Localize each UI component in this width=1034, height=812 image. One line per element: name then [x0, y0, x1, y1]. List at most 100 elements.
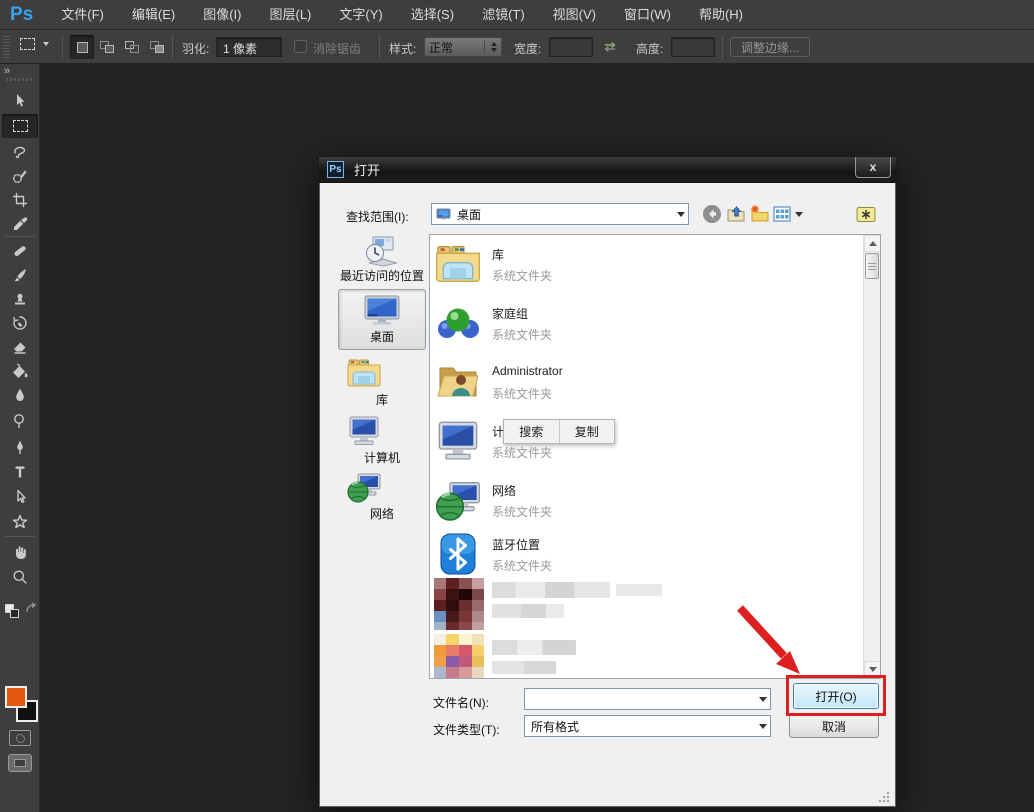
tool-brush[interactable]	[2, 264, 38, 286]
style-select[interactable]: 正常	[424, 37, 502, 57]
tool-preset-picker[interactable]	[20, 38, 49, 50]
dialog-title-bar[interactable]: Ps 打开	[319, 157, 896, 183]
tool-clone-stamp[interactable]	[2, 288, 38, 310]
cancel-button[interactable]: 取消	[789, 714, 879, 738]
tool-eraser[interactable]	[2, 336, 38, 358]
lasso-icon	[12, 144, 28, 160]
tool-move[interactable]	[2, 90, 38, 112]
photoshop-logo: Ps	[10, 4, 33, 26]
sidebar-item-computer[interactable]: 计算机	[327, 449, 437, 466]
user-folder-icon	[434, 358, 482, 406]
scroll-up-button[interactable]	[864, 235, 881, 252]
menu-bar: Ps 文件(F) 编辑(E) 图像(I) 图层(L) 文字(Y) 选择(S) 滤…	[0, 0, 1034, 30]
image-preview-toggle[interactable]	[855, 203, 877, 225]
selection-mode-new-button[interactable]	[70, 35, 94, 59]
menu-filter[interactable]: 滤镜(T)	[468, 0, 539, 30]
file-name-input[interactable]	[524, 688, 771, 710]
file-name[interactable]: 家庭组	[492, 305, 528, 322]
move-icon	[12, 93, 28, 109]
menu-view[interactable]: 视图(V)	[539, 0, 610, 30]
desktop-mini-icon	[436, 208, 452, 221]
tool-custom-shape[interactable]	[2, 511, 38, 533]
width-input[interactable]	[549, 37, 593, 57]
file-type-select[interactable]: 所有格式	[524, 715, 771, 737]
custom-shape-icon	[12, 514, 28, 530]
options-bar: 羽化: 1 像素 消除锯齿 样式: 正常 宽度: 高度: 调整边缘...	[0, 30, 1034, 64]
open-button[interactable]: 打开(O)	[793, 683, 879, 709]
tool-dodge[interactable]	[2, 410, 38, 432]
tool-eyedropper[interactable]	[2, 213, 38, 235]
up-one-level-button[interactable]	[725, 203, 747, 225]
panel-grip[interactable]	[6, 78, 34, 81]
height-input[interactable]	[671, 37, 715, 57]
screen-mode-button[interactable]	[8, 754, 32, 772]
resize-grip[interactable]	[878, 791, 890, 803]
tool-crop[interactable]	[2, 189, 38, 211]
menu-file[interactable]: 文件(F)	[47, 0, 118, 30]
look-in-label: 查找范围(I):	[346, 208, 409, 225]
sidebar-item-network[interactable]: 网络	[327, 505, 437, 522]
foreground-color-swatch[interactable]	[5, 686, 27, 708]
tool-quick-selection[interactable]	[2, 165, 38, 187]
tool-zoom[interactable]	[2, 566, 38, 588]
antialias-checkbox[interactable]	[294, 40, 307, 53]
redacted-thumbnail[interactable]	[434, 578, 484, 630]
tool-type[interactable]	[2, 461, 38, 483]
sidebar-item-libraries[interactable]: 库	[327, 391, 437, 408]
menu-window[interactable]: 窗口(W)	[610, 0, 685, 30]
menu-select[interactable]: 选择(S)	[397, 0, 468, 30]
redacted-file-type	[492, 661, 556, 674]
file-type: 系统文件夹	[492, 557, 552, 574]
back-icon	[702, 204, 722, 224]
tools-panel: »	[0, 64, 40, 812]
recent-places-icon	[361, 233, 401, 267]
new-folder-button[interactable]	[749, 203, 771, 225]
feather-input[interactable]: 1 像素	[216, 37, 282, 57]
selection-mode-intersect-button[interactable]	[145, 35, 169, 59]
tool-history-brush[interactable]	[2, 312, 38, 334]
file-list[interactable]: 库 系统文件夹 家庭组 系统文件夹 Administrator 系统文件夹 计算…	[429, 234, 881, 679]
selection-mode-subtract-button[interactable]	[120, 35, 144, 59]
scroll-down-button[interactable]	[864, 661, 881, 678]
back-button[interactable]	[701, 203, 723, 225]
libraries-icon	[346, 357, 382, 389]
menu-edit[interactable]: 编辑(E)	[118, 0, 189, 30]
tool-healing-brush[interactable]	[2, 240, 38, 262]
scrollbar[interactable]	[863, 235, 880, 678]
file-type-label: 文件类型(T):	[433, 721, 500, 738]
copy-button[interactable]: 复制	[559, 420, 615, 443]
menu-image[interactable]: 图像(I)	[189, 0, 255, 30]
tool-hand[interactable]	[2, 541, 38, 563]
tool-path-selection[interactable]	[2, 486, 38, 508]
file-name[interactable]: 蓝牙位置	[492, 536, 540, 553]
collapse-panel-button[interactable]: »	[4, 65, 9, 77]
dialog-title: 打开	[354, 160, 380, 179]
menu-type[interactable]: 文字(Y)	[325, 0, 396, 30]
refine-edge-button[interactable]: 调整边缘...	[730, 37, 810, 57]
close-button[interactable]: x	[855, 157, 891, 178]
file-name[interactable]: 库	[492, 246, 504, 263]
scrollbar-thumb[interactable]	[865, 253, 879, 279]
redacted-file-name	[492, 582, 610, 598]
sidebar-item-recent-places[interactable]: 最近访问的位置	[327, 267, 437, 284]
selection-mode-add-button[interactable]	[95, 35, 119, 59]
tool-paint-bucket[interactable]	[2, 360, 38, 382]
tool-pen[interactable]	[2, 436, 38, 458]
height-label: 高度:	[636, 40, 663, 57]
file-name[interactable]: Administrator	[492, 364, 563, 378]
tool-rectangular-marquee[interactable]	[2, 114, 38, 138]
quick-mask-button[interactable]	[9, 730, 31, 746]
menu-help[interactable]: 帮助(H)	[685, 0, 757, 30]
redacted-thumbnail[interactable]	[434, 634, 484, 678]
swap-dimensions-icon[interactable]	[602, 41, 618, 53]
selection-popup: 搜索 复制	[503, 419, 615, 444]
file-name[interactable]: 网络	[492, 482, 516, 499]
tool-lasso[interactable]	[2, 141, 38, 163]
search-button[interactable]: 搜索	[504, 420, 559, 443]
up-folder-icon	[726, 204, 746, 224]
tool-blur[interactable]	[2, 384, 38, 406]
swap-colors-icon[interactable]	[24, 602, 38, 616]
menu-layer[interactable]: 图层(L)	[255, 0, 325, 30]
views-menu-button[interactable]	[773, 203, 803, 225]
look-in-select[interactable]: 桌面	[431, 203, 689, 225]
